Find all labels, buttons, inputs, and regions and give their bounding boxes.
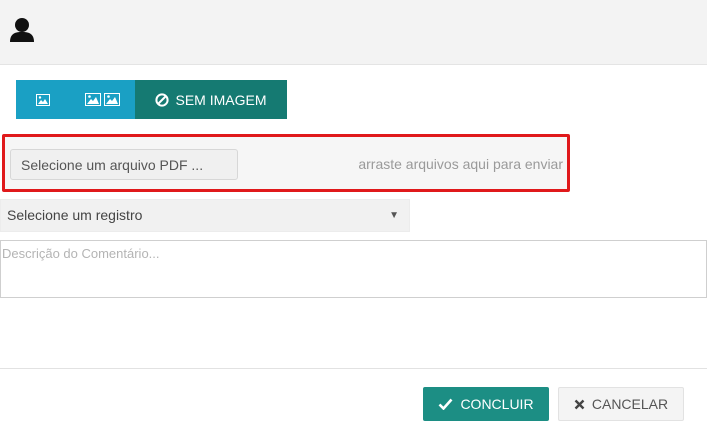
select-pdf-button[interactable]: Selecione um arquivo PDF ... — [10, 149, 238, 180]
conclude-button[interactable]: CONCLUIR — [423, 387, 549, 421]
close-icon — [574, 399, 585, 409]
conclude-label: CONCLUIR — [460, 396, 534, 412]
caret-down-icon: ▼ — [389, 210, 399, 221]
no-image-label: SEM IMAGEM — [175, 91, 267, 108]
cancel-button[interactable]: CANCELAR — [558, 387, 684, 421]
check-icon — [439, 398, 453, 410]
cancel-label: CANCELAR — [591, 396, 669, 412]
double-image-button[interactable] — [70, 80, 135, 119]
images-icon — [84, 93, 120, 106]
no-image-button[interactable]: SEM IMAGEM — [135, 80, 287, 119]
record-select[interactable]: Selecione um registro ▼ — [0, 199, 410, 232]
footer-divider — [0, 368, 707, 369]
image-icon — [36, 93, 50, 106]
comment-description-field[interactable] — [0, 240, 707, 298]
image-mode-toolbar: SEM IMAGEM — [16, 80, 287, 119]
ban-icon — [155, 92, 170, 107]
modal-header — [0, 0, 707, 65]
drop-hint-text: arraste arquivos aqui para enviar — [358, 156, 563, 172]
user-icon — [10, 18, 34, 42]
record-select-value: Selecione um registro — [7, 207, 143, 223]
single-image-button[interactable] — [16, 80, 70, 119]
pdf-upload-dropzone[interactable]: Selecione um arquivo PDF ... arraste arq… — [2, 134, 570, 192]
